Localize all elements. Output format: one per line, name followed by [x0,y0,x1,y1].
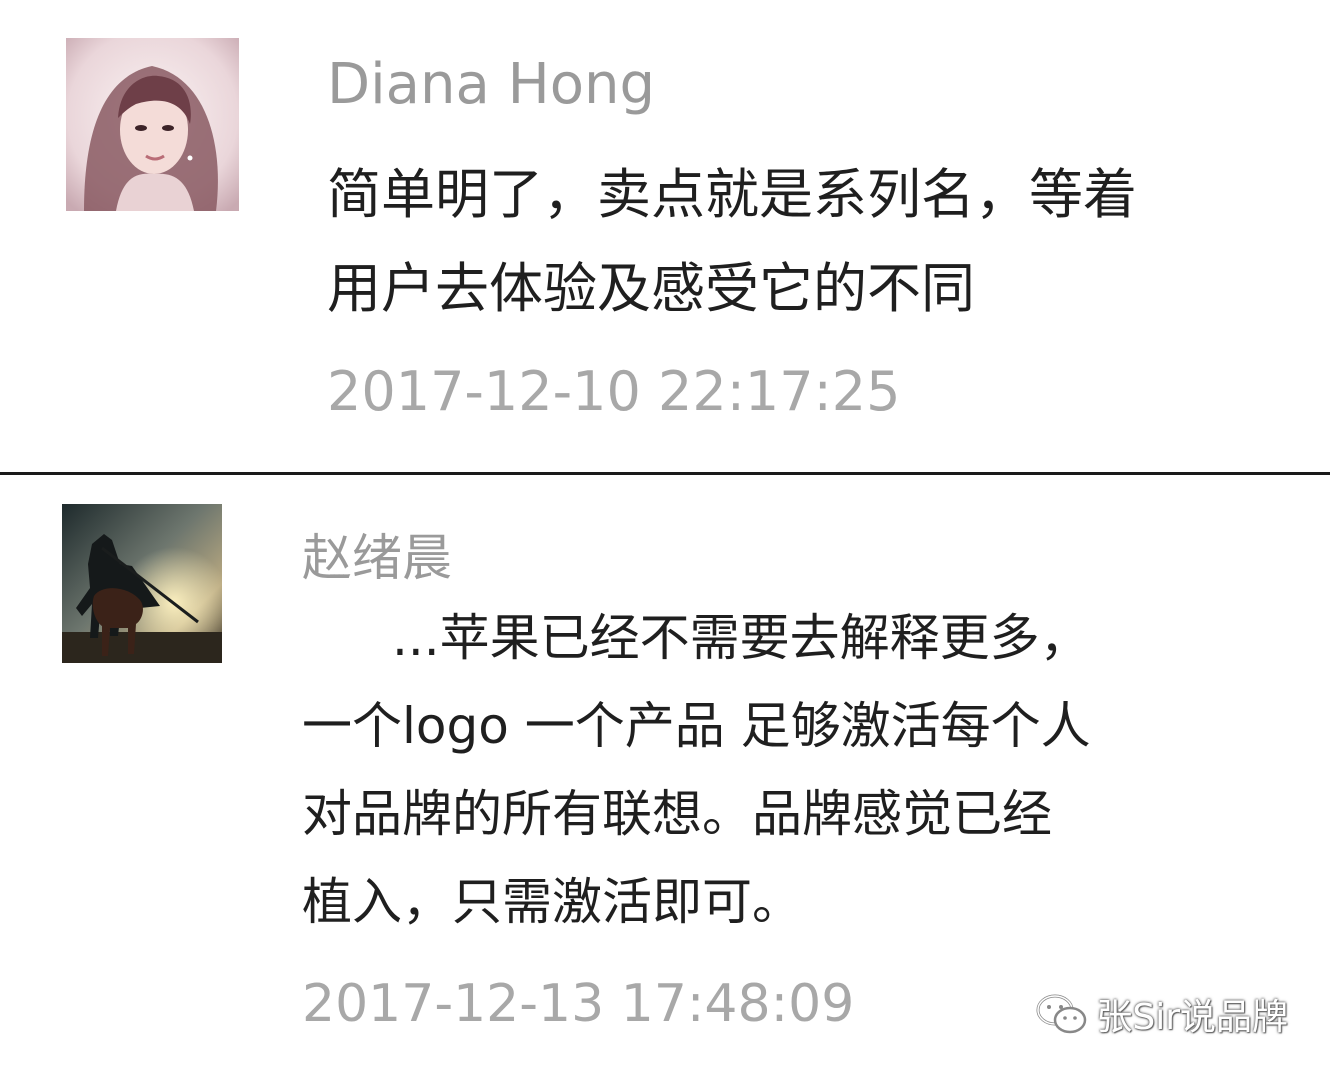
comment-author[interactable]: Diana Hong [327,52,655,117]
avatar[interactable] [66,38,239,211]
watermark-text: 张Sir说品牌 [1096,997,1288,1038]
comment-line: ...苹果已经不需要去解释更多， [392,609,1090,667]
comment-line: 用户去体验及感受它的不同 [327,257,975,320]
comment-line: 简单明了，卖点就是系列名，等着 [327,163,1137,226]
comment-timestamp: 2017-12-10 22:17:25 [327,360,901,423]
comment-timestamp: 2017-12-13 17:48:09 [302,974,855,1034]
comment-item: Diana Hong 简单明了，卖点就是系列名，等着 用户去体验及感受它的不同 … [0,0,1330,473]
comment-line: 植入，只需激活即可。 [302,873,802,931]
comment-line: 对品牌的所有联想。品牌感觉已经 [302,785,1052,843]
comment-line: 一个logo 一个产品 足够激活每个人 [302,697,1091,755]
avatar[interactable] [62,504,222,663]
comment-body: ...苹果已经不需要去解释更多， 一个logo 一个产品 足够激活每个人 对品牌… [302,594,1262,946]
wechat-icon [1036,994,1087,1034]
watermark: 张Sir说品牌 [1034,988,1288,1040]
comment-item: 赵绪晨 ...苹果已经不需要去解释更多， 一个logo 一个产品 足够激活每个人… [0,476,1330,1068]
horseman-silhouette-avatar-icon [62,504,222,663]
comment-divider [0,472,1330,475]
comment-author[interactable]: 赵绪晨 [302,518,452,590]
comment-body: 简单明了，卖点就是系列名，等着 用户去体验及感受它的不同 [327,148,1287,336]
woman-portrait-avatar-icon [66,38,239,211]
